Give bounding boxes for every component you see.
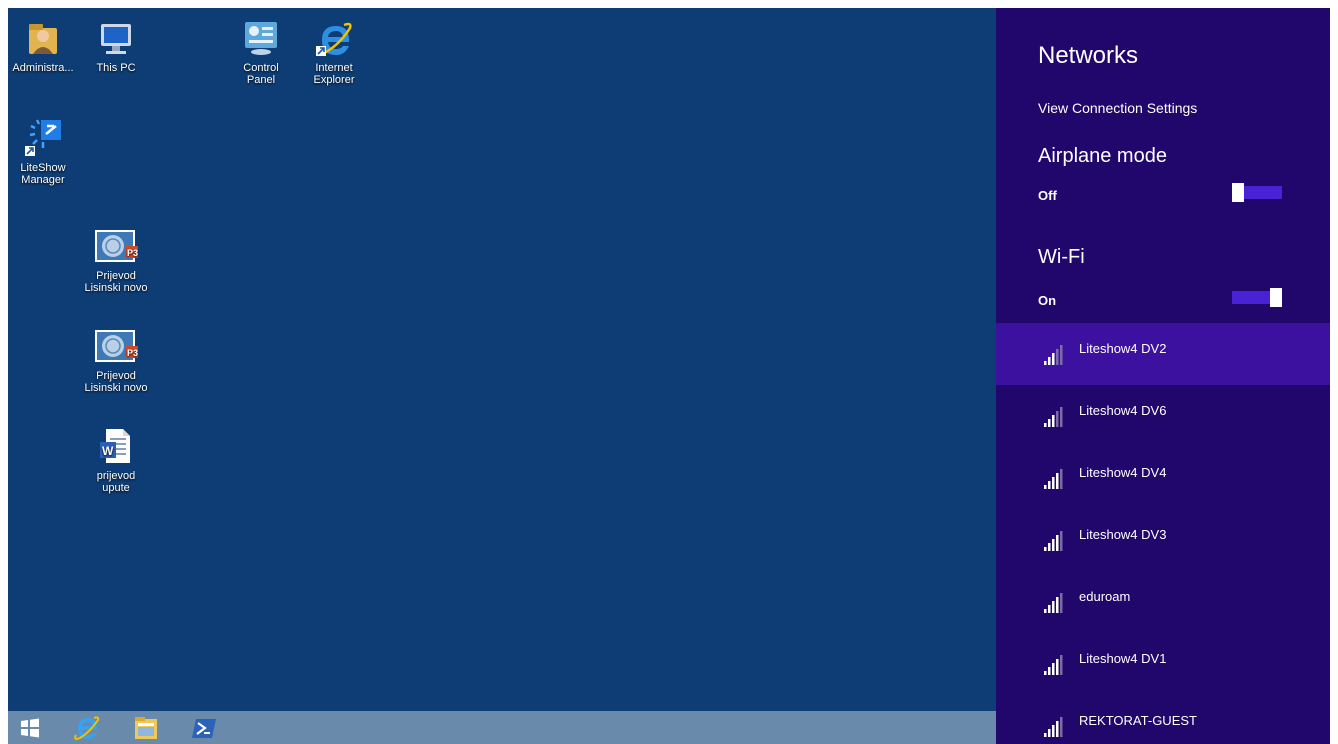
desktop-icon-label: Administra... <box>12 62 74 74</box>
network-name: Liteshow4 DV4 <box>1079 465 1167 480</box>
taskbar <box>8 711 996 744</box>
network-item[interactable]: Liteshow4 DV4 <box>996 447 1330 509</box>
toggle-track <box>1232 291 1270 304</box>
file-explorer-icon <box>135 717 157 739</box>
internet-explorer-icon <box>314 18 354 58</box>
desktop-icon-label: Internet Explorer <box>313 62 355 86</box>
desktop-icon-label: Control Panel <box>243 62 279 86</box>
network-name: Liteshow4 DV2 <box>1079 341 1167 356</box>
computer-icon <box>96 18 136 58</box>
desktop-icon-administrator[interactable]: Administra... <box>8 18 81 74</box>
network-item[interactable]: Liteshow4 DV2 <box>996 323 1330 385</box>
desktop-icon-label: Prijevod Lisinski novo <box>84 370 148 394</box>
airplane-mode-state: Off <box>1038 188 1057 203</box>
start-icon <box>21 718 39 738</box>
network-name: Liteshow4 DV6 <box>1079 403 1167 418</box>
wifi-signal-icon <box>1044 593 1063 613</box>
desktop-icon-liteshow-manager[interactable]: LiteShow Manager <box>8 118 81 186</box>
word-file-icon: W <box>96 426 136 466</box>
svg-text:P3: P3 <box>127 248 138 258</box>
desktop-icon-label: Prijevod Lisinski novo <box>84 270 148 294</box>
toggle-track <box>1242 186 1282 199</box>
powershell-icon <box>192 719 216 738</box>
wifi-signal-icon <box>1044 717 1063 737</box>
svg-text:P3: P3 <box>127 348 138 358</box>
network-item[interactable]: Liteshow4 DV1 <box>996 633 1330 695</box>
control-panel-icon <box>241 18 281 58</box>
screen: Administra... This PC Control Panel Inte… <box>8 8 1330 744</box>
desktop-icon-prijevod-1[interactable]: P3 Prijevod Lisinski novo <box>78 226 154 294</box>
wifi-signal-icon <box>1044 407 1063 427</box>
desktop-icon-label: prijevod upute <box>96 470 136 494</box>
network-name: eduroam <box>1079 589 1131 604</box>
wifi-toggle[interactable] <box>1232 288 1282 307</box>
wifi-signal-icon <box>1044 655 1063 675</box>
view-connection-settings-link[interactable]: View Connection Settings <box>1038 100 1197 116</box>
wifi-signal-icon <box>1044 345 1063 365</box>
toggle-thumb <box>1232 183 1244 202</box>
airplane-mode-toggle[interactable] <box>1232 183 1282 202</box>
wifi-signal-icon <box>1044 531 1063 551</box>
network-item[interactable]: Liteshow4 DV6 <box>996 385 1330 447</box>
liteshow-icon <box>23 118 63 158</box>
network-name: Liteshow4 DV3 <box>1079 527 1167 542</box>
start-button[interactable] <box>13 713 47 743</box>
desktop-icon-label: LiteShow Manager <box>20 162 66 186</box>
desktop-icon-internet-explorer[interactable]: Internet Explorer <box>296 18 372 86</box>
toggle-thumb <box>1270 288 1282 307</box>
desktop-icon-label: This PC <box>96 62 136 74</box>
networks-panel: Networks View Connection Settings Airpla… <box>996 8 1330 744</box>
desktop-icon-prijevod-upute[interactable]: W prijevod upute <box>78 426 154 494</box>
desktop-icon-control-panel[interactable]: Control Panel <box>223 18 299 86</box>
taskbar-powershell[interactable] <box>188 713 222 743</box>
powerpoint-file-icon: P3 <box>95 226 138 266</box>
user-folder-icon <box>23 18 63 58</box>
network-item[interactable]: REKTORAT-GUEST <box>996 695 1330 744</box>
wifi-heading: Wi-Fi <box>1038 246 1085 268</box>
airplane-mode-heading: Airplane mode <box>1038 145 1167 167</box>
svg-text:W: W <box>102 444 114 458</box>
desktop[interactable]: Administra... This PC Control Panel Inte… <box>8 8 996 711</box>
network-name: REKTORAT-GUEST <box>1079 713 1197 728</box>
internet-explorer-icon <box>74 716 100 740</box>
network-item[interactable]: Liteshow4 DV3 <box>996 509 1330 571</box>
network-item[interactable]: eduroam <box>996 571 1330 633</box>
panel-title: Networks <box>1038 42 1139 69</box>
wifi-signal-icon <box>1044 469 1063 489</box>
desktop-icon-prijevod-2[interactable]: P3 Prijevod Lisinski novo <box>78 326 154 394</box>
network-name: Liteshow4 DV1 <box>1079 651 1167 666</box>
desktop-icon-this-pc[interactable]: This PC <box>78 18 154 74</box>
wifi-state: On <box>1038 293 1057 308</box>
powerpoint-file-icon: P3 <box>95 326 138 366</box>
taskbar-file-explorer[interactable] <box>129 713 163 743</box>
taskbar-internet-explorer[interactable] <box>70 713 104 743</box>
